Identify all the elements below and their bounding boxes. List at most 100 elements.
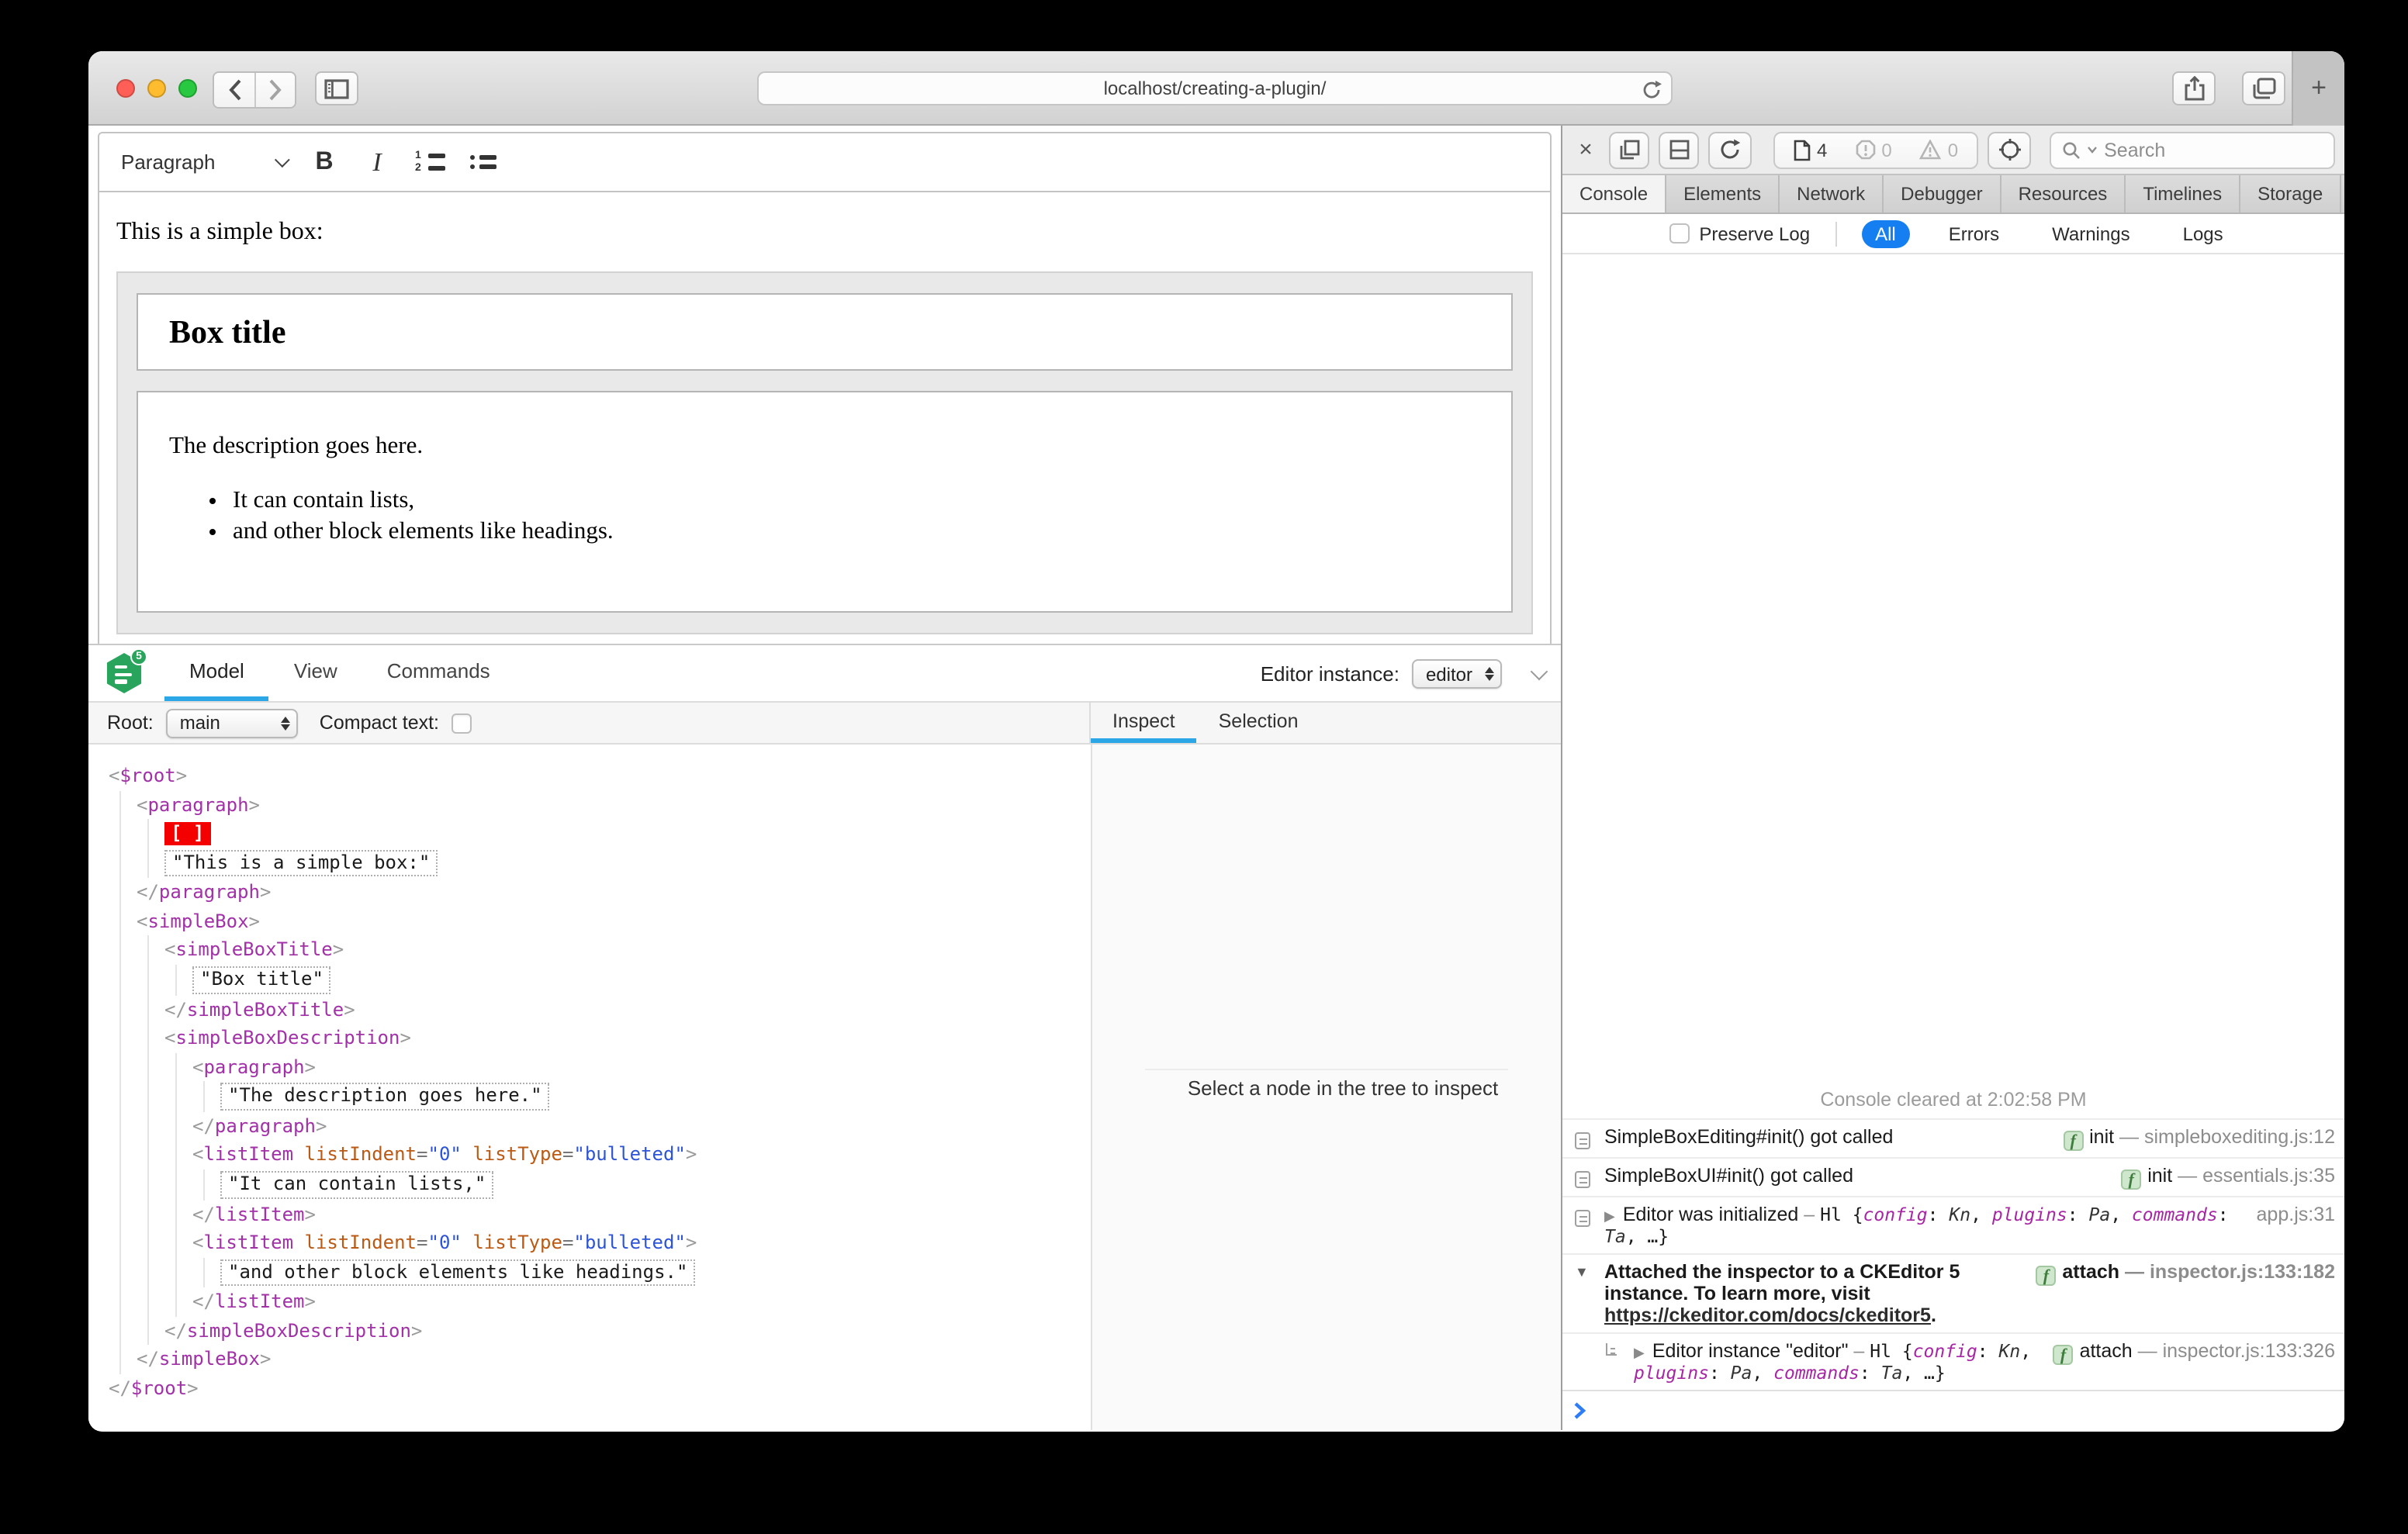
model-tree-node[interactable]: </simpleBoxDescription> — [88, 1316, 1091, 1346]
devtools-tab-console[interactable]: Console — [1562, 175, 1667, 212]
page-resources-segment[interactable]: 4 — [1794, 139, 1827, 161]
devtools-tab-timelines[interactable]: Timelines — [2126, 175, 2241, 212]
editor-instance-select[interactable]: editor — [1411, 659, 1502, 689]
model-tree-node[interactable]: </paragraph> — [88, 878, 1091, 907]
model-tree-node[interactable]: </simpleBoxTitle> — [88, 995, 1091, 1024]
model-tree-node[interactable]: "and other block elements like headings.… — [88, 1257, 1091, 1288]
console-prompt[interactable] — [1562, 1390, 2344, 1430]
indent-guide — [119, 1200, 121, 1229]
console-filter-warnings[interactable]: Warnings — [2038, 219, 2144, 247]
disclosure-triangle-collapsed[interactable]: ▶ — [1604, 1208, 1615, 1224]
console-message[interactable]: app.js:31 ▶ Editor was initialized – Hl {c… — [1562, 1196, 2344, 1253]
model-tree-node[interactable]: <paragraph> — [88, 1052, 1091, 1082]
disclosure-triangle-expanded[interactable]: ▼ — [1575, 1264, 1589, 1280]
close-window-button[interactable] — [116, 79, 135, 98]
address-bar[interactable]: localhost/creating-a-plugin/ — [757, 71, 1673, 105]
console-filter-all[interactable]: All — [1861, 219, 1910, 247]
close-devtools-button[interactable]: × — [1572, 136, 1600, 164]
minimize-window-button[interactable] — [147, 79, 166, 98]
devtools-tab-storage[interactable]: Storage — [2240, 175, 2342, 212]
warning-count-segment[interactable]: 0 — [1919, 139, 1958, 161]
console-message[interactable]: f init — essentials.js:35 SimpleBoxUI#init… — [1562, 1157, 2344, 1196]
inspector-tab-view[interactable]: View — [269, 645, 362, 701]
italic-button[interactable]: I — [351, 139, 403, 185]
numbered-list-button[interactable]: 1 2 — [403, 139, 456, 185]
console-filter-logs[interactable]: Logs — [2169, 219, 2237, 247]
model-tree-node[interactable]: <simpleBoxDescription> — [88, 1024, 1091, 1053]
model-tree-node[interactable]: "This is a simple box:" — [88, 848, 1091, 879]
intro-paragraph[interactable]: This is a simple box: — [116, 219, 1533, 247]
disclosure-triangle-collapsed[interactable]: ▶ — [1634, 1345, 1645, 1360]
model-tree-node[interactable]: <paragraph> — [88, 790, 1091, 820]
model-tree-node[interactable]: <listItem listIndent="0" listType="bulle… — [88, 1228, 1091, 1258]
bold-button[interactable]: B — [298, 139, 351, 185]
devtools-tab-overflow[interactable]: » — [2341, 175, 2344, 212]
error-count-segment[interactable]: 0 — [1855, 139, 1892, 161]
console-message[interactable]: f attach — inspector.js:133:326 ▶ Editor in… — [1562, 1332, 2344, 1390]
show-tab-overview-button[interactable] — [2242, 71, 2285, 105]
editor-content[interactable]: This is a simple box: Box title The desc… — [99, 192, 1550, 665]
model-tree-node[interactable]: <listItem listIndent="0" listType="bulle… — [88, 1140, 1091, 1170]
source-location-link[interactable]: inspector.js:133:326 — [2163, 1340, 2335, 1362]
source-location-link[interactable]: simpleboxediting.js:12 — [2144, 1126, 2335, 1148]
inspector-side-tab-inspect[interactable]: Inspect — [1091, 703, 1197, 743]
console-filter-errors[interactable]: Errors — [1935, 219, 2013, 247]
inspector-side-tab-selection[interactable]: Selection — [1197, 703, 1320, 743]
reload-page-button[interactable] — [1708, 131, 1752, 168]
function-badge-icon: f — [2121, 1170, 2142, 1190]
new-tab-button[interactable]: + — [2292, 51, 2344, 126]
model-text-node: "Box title" — [192, 966, 331, 994]
description-list-item[interactable]: and other block elements like headings. — [233, 518, 1480, 546]
model-tree-node[interactable]: </listItem> — [88, 1287, 1091, 1317]
model-tree-node[interactable]: </$root> — [88, 1374, 1091, 1403]
simplebox-title[interactable]: Box title — [137, 293, 1513, 371]
reload-button[interactable] — [1642, 79, 1662, 101]
description-paragraph[interactable]: The description goes here. — [169, 433, 1480, 461]
root-select[interactable]: main — [165, 708, 298, 738]
compact-text-checkbox[interactable] — [452, 713, 472, 733]
model-tree-node[interactable]: </simpleBox> — [88, 1345, 1091, 1374]
console-message[interactable]: f init — simpleboxediting.js:12 SimpleBoxE… — [1562, 1118, 2344, 1157]
source-location-link[interactable]: essentials.js:35 — [2202, 1165, 2335, 1187]
bulleted-list-button[interactable] — [456, 139, 509, 185]
model-tree-node[interactable]: "The description goes here." — [88, 1081, 1091, 1112]
model-text-node: "This is a simple box:" — [164, 849, 438, 877]
devtools-tab-resources[interactable]: Resources — [2001, 175, 2126, 212]
devtools-search-field[interactable]: Search — [2050, 131, 2335, 168]
model-tree-node[interactable]: "Box title" — [88, 965, 1091, 996]
model-tree-node[interactable]: </listItem> — [88, 1200, 1091, 1229]
simplebox-description[interactable]: The description goes here. It can contai… — [137, 391, 1513, 613]
source-location-link[interactable]: inspector.js:133:182 — [2150, 1261, 2335, 1283]
model-tree-node[interactable]: <$root> — [88, 762, 1091, 790]
devtools-tab-debugger[interactable]: Debugger — [1884, 175, 2001, 212]
share-button[interactable] — [2172, 71, 2216, 105]
element-picker-button[interactable] — [1988, 131, 2032, 168]
model-tree-node[interactable]: <simpleBoxTitle> — [88, 935, 1091, 966]
indent-guide — [147, 1200, 149, 1229]
message-text: Hl { — [1820, 1204, 1863, 1225]
forward-button[interactable] — [254, 73, 295, 107]
model-tree-node[interactable]: </paragraph> — [88, 1111, 1091, 1141]
collapse-inspector-icon[interactable] — [1530, 662, 1548, 680]
inspector-tab-commands[interactable]: Commands — [362, 645, 515, 701]
dock-side-button[interactable] — [1659, 131, 1699, 168]
console-link[interactable]: https://ckeditor.com/docs/ckeditor5 — [1604, 1304, 1931, 1326]
paragraph-style-dropdown[interactable]: Paragraph — [99, 133, 298, 191]
console-message[interactable]: ▼ f attach — inspector.js:133:182 Attached … — [1562, 1253, 2344, 1332]
simplebox-widget[interactable]: Box title The description goes here. It … — [116, 271, 1533, 634]
back-button[interactable] — [214, 73, 254, 107]
zoom-window-button[interactable] — [178, 79, 197, 98]
sidebar-toggle-button[interactable] — [315, 71, 358, 105]
devtools-tab-network[interactable]: Network — [1780, 175, 1884, 212]
inspector-header: 5 Model View Commands Editor instance: edi… — [88, 645, 1561, 703]
source-location-link[interactable]: app.js:31 — [2257, 1204, 2335, 1225]
detach-button[interactable] — [1609, 131, 1649, 168]
description-list-item[interactable]: It can contain lists, — [233, 487, 1480, 515]
inspector-tab-model[interactable]: Model — [164, 645, 269, 701]
indent-guide — [119, 1052, 121, 1082]
model-tree-node[interactable]: "It can contain lists," — [88, 1170, 1091, 1201]
devtools-tab-elements[interactable]: Elements — [1666, 175, 1780, 212]
preserve-log-checkbox[interactable] — [1669, 223, 1690, 244]
model-tree-node[interactable]: [ ] — [88, 819, 1091, 848]
model-tree-node[interactable]: <simpleBox> — [88, 907, 1091, 936]
